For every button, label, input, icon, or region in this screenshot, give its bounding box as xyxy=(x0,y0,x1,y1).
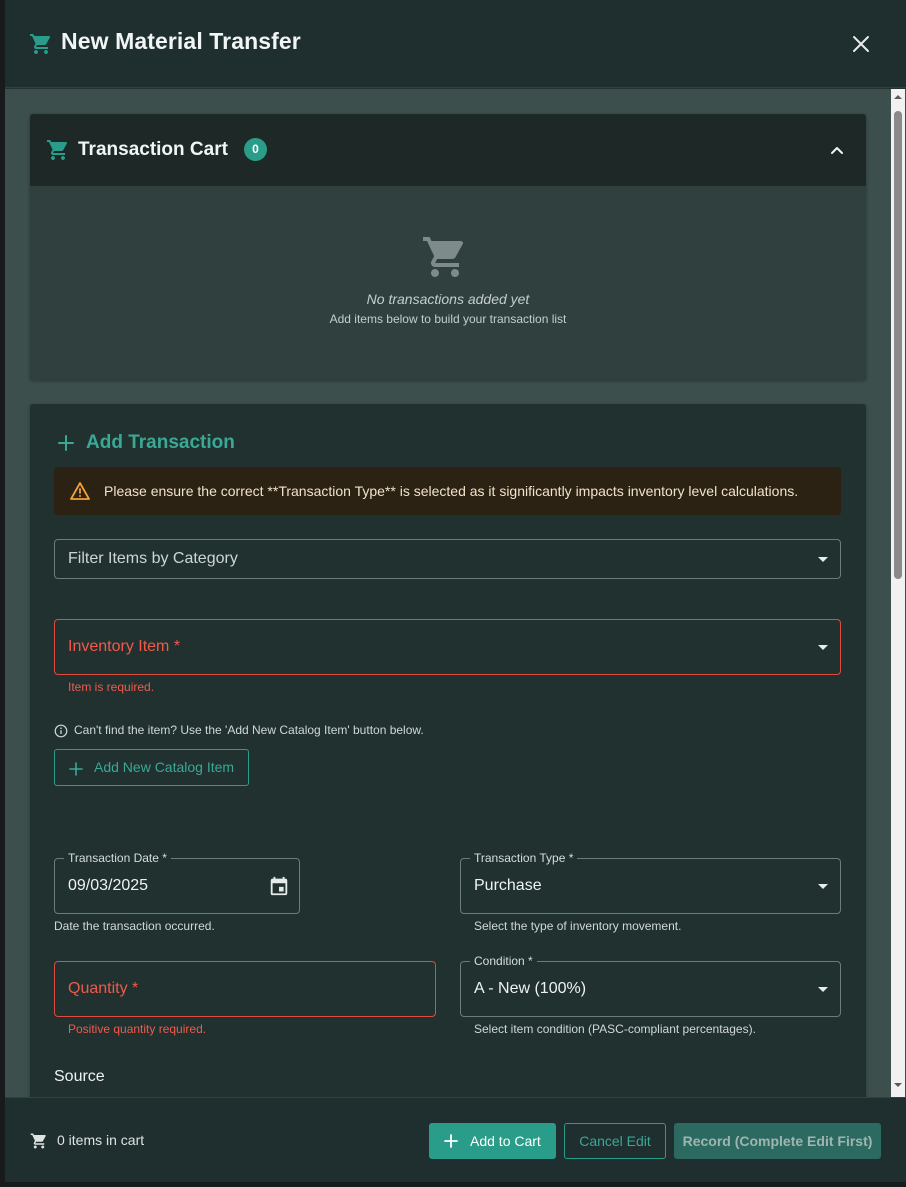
warning-icon xyxy=(70,482,90,500)
scrollbar-thumb[interactable] xyxy=(894,111,902,579)
condition-value: A - New (100%) xyxy=(474,980,587,997)
plus-icon xyxy=(58,435,74,451)
quantity-error: Positive quantity required. xyxy=(68,1022,207,1036)
shopping-cart-icon xyxy=(30,34,51,54)
condition-label: Condition * xyxy=(470,954,537,968)
condition-select[interactable]: Condition * A - New (100%) xyxy=(460,954,841,1017)
inventory-item-label: Inventory Item * xyxy=(68,638,181,655)
warning-alert: Please ensure the correct **Transaction … xyxy=(54,467,841,515)
transaction-type-select[interactable]: Transaction Type * Purchase xyxy=(460,851,841,914)
add-catalog-item-button[interactable]: Add New Catalog Item xyxy=(54,749,249,786)
quantity-field[interactable]: Quantity * xyxy=(54,961,436,1017)
transaction-date-helper: Date the transaction occurred. xyxy=(54,919,215,933)
chevron-up-icon xyxy=(831,147,843,154)
category-filter-select[interactable]: Filter Items by Category xyxy=(54,539,841,579)
add-transaction-title: Add Transaction xyxy=(86,432,235,453)
caret-down-icon xyxy=(818,884,828,889)
cart-panel-header[interactable]: Transaction Cart 0 xyxy=(30,114,866,186)
empty-cart-icon xyxy=(423,237,464,277)
transaction-type-helper: Select the type of inventory movement. xyxy=(474,919,682,933)
cancel-edit-button[interactable]: Cancel Edit xyxy=(564,1123,666,1159)
inventory-item-select[interactable]: Inventory Item * xyxy=(54,619,841,675)
add-to-cart-button[interactable]: Add to Cart xyxy=(429,1123,556,1159)
quantity-label: Quantity * xyxy=(68,980,139,997)
calendar-icon[interactable] xyxy=(268,875,290,897)
content-scrollbar[interactable] xyxy=(891,89,905,1097)
transaction-date-field[interactable]: Transaction Date * 09/03/2025 xyxy=(54,851,300,914)
dialog-content: Transaction Cart 0 No transactions added… xyxy=(5,89,906,1097)
transaction-date-value: 09/03/2025 xyxy=(68,877,149,894)
dialog-title: New Material Transfer xyxy=(61,28,301,54)
close-icon xyxy=(853,36,869,52)
shopping-cart-icon xyxy=(47,140,68,160)
caret-down-icon xyxy=(818,987,828,992)
cart-count-badge: 0 xyxy=(244,138,267,161)
caret-down-icon xyxy=(818,645,828,650)
shopping-cart-icon xyxy=(30,1133,46,1149)
close-button[interactable] xyxy=(847,30,875,58)
scroll-up-arrow-icon[interactable] xyxy=(894,93,902,101)
source-section-label: Source xyxy=(54,1068,105,1085)
cart-item-count: 0 items in cart xyxy=(57,1132,145,1148)
condition-helper: Select item condition (PASC-compliant pe… xyxy=(474,1022,756,1036)
plus-icon xyxy=(444,1134,458,1148)
collapse-button[interactable] xyxy=(826,140,848,162)
empty-cart-title: No transactions added yet xyxy=(366,291,530,307)
transaction-date-label: Transaction Date * xyxy=(64,851,171,865)
plus-icon xyxy=(69,762,83,776)
add-to-cart-label: Add to Cart xyxy=(470,1133,541,1149)
record-button[interactable]: Record (Complete Edit First) xyxy=(674,1123,881,1159)
caret-down-icon xyxy=(818,557,828,562)
info-icon xyxy=(54,724,68,738)
dialog-footer: 0 items in cart Add to Cart Cancel Edit … xyxy=(5,1097,906,1182)
material-transfer-dialog: New Material Transfer Transaction Cart 0 xyxy=(5,0,906,1182)
transaction-type-value: Purchase xyxy=(474,877,542,894)
inventory-item-error: Item is required. xyxy=(68,680,155,694)
alert-text: Please ensure the correct **Transaction … xyxy=(104,483,799,499)
transaction-type-label: Transaction Type * xyxy=(470,851,578,865)
transaction-cart-panel: Transaction Cart 0 No transactions added… xyxy=(30,114,866,380)
cart-title: Transaction Cart xyxy=(78,139,228,160)
scroll-down-arrow-icon[interactable] xyxy=(894,1081,902,1089)
add-catalog-item-label: Add New Catalog Item xyxy=(94,759,235,775)
info-text: Can't find the item? Use the 'Add New Ca… xyxy=(74,723,424,737)
dialog-header: New Material Transfer xyxy=(5,0,906,88)
empty-cart-subtitle: Add items below to build your transactio… xyxy=(329,312,567,326)
category-filter-label: Filter Items by Category xyxy=(68,550,238,567)
